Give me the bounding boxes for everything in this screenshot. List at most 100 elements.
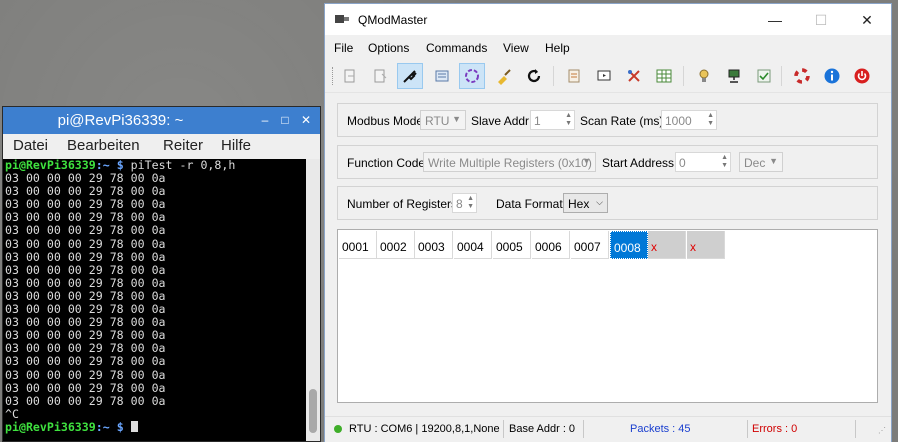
register-cell[interactable]: 0005 [493, 231, 531, 259]
register-cell[interactable]: 0001 [339, 231, 377, 259]
register-cell[interactable]: 0006 [532, 231, 570, 259]
terminal-scrollbar[interactable] [306, 159, 320, 441]
resize-grip-icon[interactable]: ⋰ [878, 426, 886, 435]
scan-rate-value: 1000 [665, 114, 692, 128]
scan-rate-spinbox[interactable]: 1000 ▲ ▼ [661, 110, 717, 130]
spin-down-icon[interactable]: ▼ [721, 162, 728, 170]
terminal-output-line: 03 00 00 00 29 78 00 0a [5, 393, 166, 408]
spin-down-icon[interactable]: ▼ [467, 203, 474, 211]
help-lifebuoy-icon[interactable] [789, 63, 815, 89]
tools-icon[interactable] [621, 63, 647, 89]
spin-up-icon[interactable]: ▲ [707, 112, 714, 120]
serial-connect-icon[interactable] [397, 63, 423, 89]
chevron-down-icon: ⌵ [596, 197, 603, 207]
terminal-maximize-button[interactable]: □ [278, 113, 292, 127]
spin-down-icon[interactable]: ▼ [565, 120, 572, 128]
terminal-output-line: 03 00 00 00 29 78 00 0a [5, 354, 166, 369]
terminal-output-line: 03 00 00 00 29 78 00 0a [5, 236, 166, 251]
table-icon[interactable] [651, 63, 677, 89]
chevron-down-icon: ▼ [452, 114, 461, 124]
qmm-statusbar: RTU : COM6 | 19200,8,1,None Base Addr : … [325, 416, 891, 442]
base-addr-info: Base Addr : 0 [509, 423, 576, 435]
terminal-output-line: 03 00 00 00 29 78 00 0a [5, 223, 166, 238]
modbus-mode-label: Modbus Mode [347, 114, 424, 128]
prompt-path: :~ $ [95, 159, 124, 172]
prompt-path: :~ $ [95, 419, 124, 434]
refresh-icon[interactable] [521, 63, 547, 89]
menu-file[interactable]: File [334, 41, 353, 55]
toolbar-separator [781, 66, 782, 86]
terminal-command: piTest -r 0,8,h [123, 159, 236, 172]
menu-commands[interactable]: Commands [426, 41, 487, 55]
bus-monitor-icon[interactable] [591, 63, 617, 89]
connection-info: RTU : COM6 | 19200,8,1,None [349, 423, 500, 435]
function-code-value: Write Multiple Registers (0x10) [428, 156, 592, 170]
register-cell[interactable]: 0002 [377, 231, 415, 259]
terminal-scrollbar-thumb[interactable] [309, 389, 317, 433]
tcp-connect-icon[interactable] [429, 63, 455, 89]
disconnect-icon[interactable] [367, 63, 393, 89]
checkbox-icon[interactable] [751, 63, 777, 89]
terminal-menu-hilfe[interactable]: Hilfe [221, 137, 251, 154]
spin-down-icon[interactable]: ▼ [707, 120, 714, 128]
register-cell-selected[interactable]: 0008 [610, 231, 648, 259]
info-icon[interactable] [819, 63, 845, 89]
modbus-mode-select[interactable]: RTU ▼ [420, 110, 466, 130]
slave-addr-label: Slave Addr [471, 114, 530, 128]
menu-options[interactable]: Options [368, 41, 409, 55]
plugin-icon[interactable] [691, 63, 717, 89]
log-icon[interactable] [561, 63, 587, 89]
slave-addr-spinbox[interactable]: 1 ▲ ▼ [530, 110, 575, 130]
spin-up-icon[interactable]: ▲ [467, 195, 474, 203]
exit-icon[interactable] [849, 63, 875, 89]
register-table[interactable]: 0001 0002 0003 0004 0005 0006 0007 0008 … [337, 229, 878, 403]
errors-counter: Errors : 0 [752, 423, 798, 435]
toolbar-separator [553, 66, 554, 86]
address-format-select[interactable]: Dec ▼ [739, 152, 783, 172]
num-registers-spinbox[interactable]: 8 ▲ ▼ [452, 193, 477, 213]
register-error-cell[interactable]: x [687, 231, 725, 259]
start-address-spinbox[interactable]: 0 ▲ ▼ [675, 152, 731, 172]
qmm-maximize-button[interactable]: ☐ [798, 8, 844, 32]
toolbar-separator [683, 66, 684, 86]
terminal-menu-datei[interactable]: Datei [13, 137, 48, 154]
terminal-close-button[interactable]: ✕ [299, 113, 313, 127]
network-icon[interactable] [721, 63, 747, 89]
data-format-select[interactable]: Hex ⌵ [563, 193, 608, 213]
status-separator [855, 420, 856, 438]
num-registers-label: Number of Registers [347, 197, 458, 211]
terminal-window[interactable]: pi@RevPi36339: ~ – □ ✕ Datei Bearbeiten … [3, 107, 320, 441]
prompt-user: pi@RevPi36339 [5, 419, 96, 434]
spin-up-icon[interactable]: ▲ [721, 154, 728, 162]
clear-icon[interactable] [491, 63, 517, 89]
start-address-label: Start Address [602, 156, 675, 170]
register-error-cell[interactable]: x [648, 231, 686, 259]
register-cell[interactable]: 0004 [454, 231, 492, 259]
toolbar-grip[interactable] [332, 67, 335, 85]
scan-icon[interactable] [459, 63, 485, 89]
qmm-minimize-button[interactable]: — [752, 8, 798, 32]
terminal-minimize-button[interactable]: – [258, 113, 272, 127]
terminal-menu-bearbeiten[interactable]: Bearbeiten [67, 137, 140, 154]
connect-icon[interactable] [337, 63, 363, 89]
qmm-close-button[interactable]: ✕ [844, 8, 890, 32]
register-cell[interactable]: 0003 [415, 231, 453, 259]
menu-view[interactable]: View [503, 41, 529, 55]
slave-addr-value: 1 [534, 114, 541, 128]
terminal-output[interactable]: pi@RevPi36339:~ $ piTest -r 0,8,h 03 00 0… [5, 159, 305, 441]
function-group: Function Code Write Multiple Registers (… [337, 145, 878, 179]
qmm-titlebar[interactable]: QModMaster — ☐ ✕ [325, 4, 891, 35]
qmm-toolbar [325, 60, 891, 93]
terminal-menu-reiter[interactable]: Reiter [163, 137, 203, 154]
address-format-value: Dec [744, 156, 766, 170]
terminal-titlebar[interactable]: pi@RevPi36339: ~ – □ ✕ [3, 107, 320, 134]
terminal-output-line: 03 00 00 00 29 78 00 0a [5, 262, 166, 277]
register-cell[interactable]: 0007 [571, 231, 609, 259]
spin-up-icon[interactable]: ▲ [565, 112, 572, 120]
qmodmaster-window[interactable]: QModMaster — ☐ ✕ File Options Commands V… [325, 4, 891, 442]
chevron-down-icon: ▼ [582, 156, 591, 166]
terminal-output-line: 03 00 00 00 29 78 00 0a [5, 249, 166, 264]
data-format-value: Hex [568, 197, 590, 211]
menu-help[interactable]: Help [545, 41, 570, 55]
function-code-select[interactable]: Write Multiple Registers (0x10) ▼ [423, 152, 596, 172]
